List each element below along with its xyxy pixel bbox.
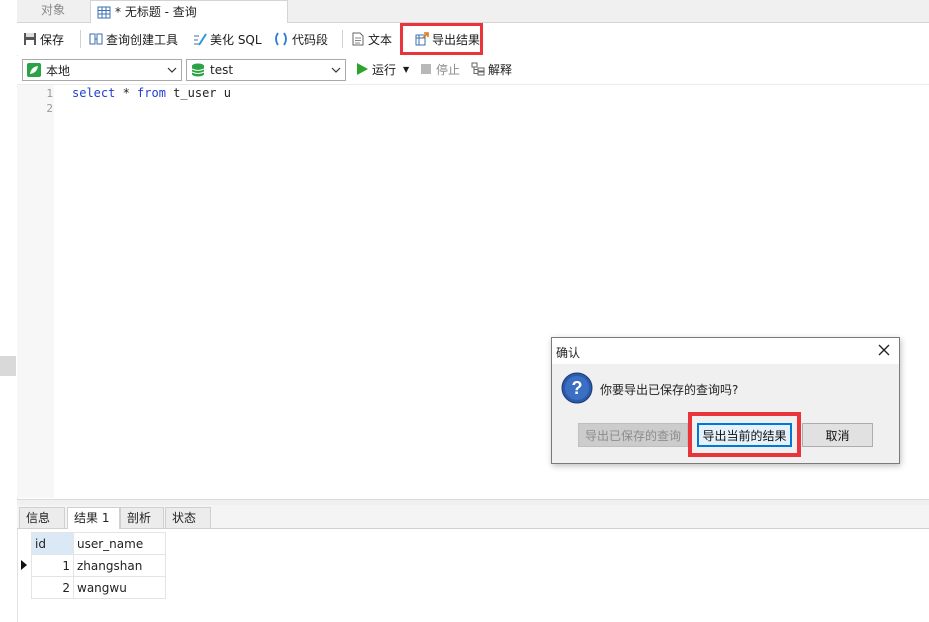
line-number: 2 [46,102,53,115]
sql-token: * [115,86,138,100]
run-label: 运行 [372,62,397,77]
run-dropdown-caret-icon[interactable]: ▼ [403,65,409,74]
text-label: 文本 [368,32,393,47]
annotation-highlight-box [400,23,483,55]
code-snippet-button[interactable]: 代码段 [273,29,328,49]
database-value: test [210,63,234,77]
play-icon [355,62,369,76]
question-icon: ? [561,372,593,407]
text-button[interactable]: 文本 [351,29,392,49]
connection-value: 本地 [46,63,71,78]
explain-label: 解释 [488,62,513,77]
sql-keyword: from [137,86,166,100]
tab-info[interactable]: 信息 [19,507,65,528]
tab-bar: 对象 * 无标题 - 查询 [17,0,929,23]
stop-label: 停止 [436,62,461,77]
sql-keyword: select [72,86,116,100]
cell-user-name[interactable]: zhangshan [73,554,166,577]
connection-select[interactable]: 本地 [22,59,182,81]
dialog-title: 确认 [556,346,581,360]
close-icon[interactable] [878,344,890,359]
beautify-brush-icon [193,32,207,46]
code-snippet-label: 代码段 [292,32,329,47]
query-builder-label: 查询创建工具 [106,32,179,47]
stop-button[interactable]: 停止 [419,59,460,79]
left-gutter [0,0,18,622]
beautify-sql-label: 美化 SQL [210,32,262,47]
sql-line-1[interactable]: select * from t_user u [72,86,231,100]
row-indicator-cell [17,577,32,599]
stop-icon [419,62,433,76]
query-builder-button[interactable]: 查询创建工具 [89,29,178,49]
table-row[interactable]: 2 wangwu [17,576,166,599]
tab-result-1[interactable]: 结果 1 [67,507,120,529]
database-select[interactable]: test [186,59,346,81]
line-number: 1 [46,87,53,100]
explain-button[interactable]: 解释 [471,59,512,79]
database-icon [191,63,205,77]
annotation-highlight-box [688,412,801,457]
row-indicator-cell [17,533,32,555]
document-icon [351,32,365,46]
chevron-down-icon [167,64,177,74]
result-grid[interactable]: id user_name 1 zhangshan 2 wangwu [17,532,166,599]
cell-user-name[interactable]: wangwu [73,576,166,599]
main-toolbar: 保存 查询创建工具 美化 SQL 代码段 文本 导出结果 [17,23,929,55]
side-collapse-handle[interactable] [0,356,16,376]
dialog-message: 你要导出已保存的查询吗? [600,383,739,397]
parentheses-icon [273,32,289,46]
line-number-gutter: 1 2 [17,85,54,498]
svg-text:?: ? [572,378,583,398]
dialog-titlebar[interactable]: 确认 [552,338,899,364]
tab-query-label: * 无标题 - 查询 [115,5,197,19]
connection-leaf-icon [27,63,41,77]
cell-id[interactable]: 1 [31,554,74,577]
chevron-down-icon [331,64,341,74]
tab-objects[interactable]: 对象 [17,0,89,22]
save-label: 保存 [40,32,65,47]
export-saved-query-button[interactable]: 导出已保存的查询 [578,423,688,447]
connection-toolbar: 本地 test 运行 ▼ 停止 解释 [17,56,929,85]
sql-token: t_user u [165,86,231,100]
tab-query[interactable]: * 无标题 - 查询 [90,0,288,23]
save-icon [23,32,37,46]
grid-header-row: id user_name [17,532,166,555]
toolbar-separator [342,30,343,48]
toolbar-separator [80,30,81,48]
cancel-button[interactable]: 取消 [802,423,873,447]
run-button[interactable]: 运行 ▼ [355,59,409,79]
current-row-arrow-icon [17,555,32,577]
result-tabs: 信息 结果 1 剖析 状态 [17,505,929,529]
explain-tree-icon [471,62,485,76]
query-builder-icon [89,32,103,46]
tab-profile[interactable]: 剖析 [120,507,164,528]
table-row[interactable]: 1 zhangshan [17,554,166,577]
save-button[interactable]: 保存 [23,29,64,49]
tab-status[interactable]: 状态 [165,507,211,528]
beautify-sql-button[interactable]: 美化 SQL [193,29,262,49]
query-table-icon [97,5,111,19]
column-header-user-name[interactable]: user_name [73,532,166,555]
cell-id[interactable]: 2 [31,576,74,599]
column-header-id[interactable]: id [31,532,74,555]
